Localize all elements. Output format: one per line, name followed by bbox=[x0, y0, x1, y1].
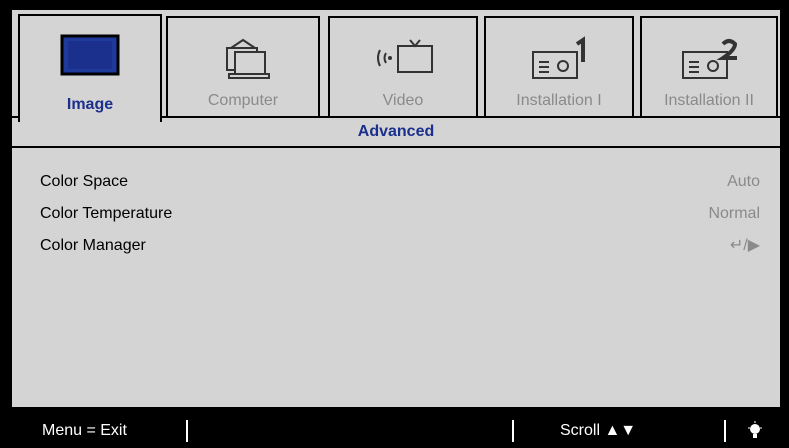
footer-separator bbox=[512, 420, 514, 442]
monitor-icon bbox=[60, 34, 120, 81]
setting-value: Auto bbox=[727, 173, 760, 190]
setting-name: Color Temperature bbox=[40, 205, 173, 222]
enter-submenu-icon: ↵/▶ bbox=[729, 237, 760, 254]
footer-separator bbox=[724, 420, 726, 442]
osd-panel: Image Computer Video Installation I Inst… bbox=[12, 10, 780, 407]
menu-exit-hint: Menu = Exit bbox=[42, 422, 127, 439]
scroll-hint: Scroll ▲▼ bbox=[560, 422, 637, 439]
video-icon bbox=[368, 36, 438, 87]
installation-1-icon bbox=[527, 36, 591, 87]
tab-label: Video bbox=[382, 92, 424, 109]
footer-bar: Menu = Exit Scroll ▲▼ bbox=[12, 414, 780, 448]
tab-image[interactable]: Image bbox=[18, 14, 162, 122]
tab-label: Image bbox=[66, 96, 114, 113]
section-title: Advanced bbox=[357, 123, 435, 140]
setting-name: Color Space bbox=[40, 173, 129, 190]
tab-computer[interactable]: Computer bbox=[166, 16, 320, 118]
setting-value: Normal bbox=[708, 205, 760, 222]
tab-bar: Image Computer Video Installation I Inst… bbox=[12, 10, 780, 122]
settings-list: Color Space Auto Color Temperature Norma… bbox=[12, 148, 780, 407]
setting-row-color-manager[interactable]: Color Manager ↵/▶ bbox=[40, 232, 760, 260]
setting-row-color-temperature[interactable]: Color Temperature Normal bbox=[40, 200, 760, 228]
tab-installation-2[interactable]: Installation II bbox=[640, 16, 778, 118]
bulb-icon bbox=[747, 414, 763, 448]
tab-label: Installation I bbox=[516, 92, 602, 109]
installation-2-icon bbox=[677, 36, 741, 87]
footer-separator bbox=[186, 420, 188, 442]
setting-name: Color Manager bbox=[40, 237, 146, 254]
computer-icon bbox=[213, 36, 273, 87]
tab-installation-1[interactable]: Installation I bbox=[484, 16, 634, 118]
tab-label: Computer bbox=[207, 92, 279, 109]
tab-video[interactable]: Video bbox=[328, 16, 478, 118]
setting-row-color-space[interactable]: Color Space Auto bbox=[40, 168, 760, 196]
tab-label: Installation II bbox=[664, 92, 754, 109]
